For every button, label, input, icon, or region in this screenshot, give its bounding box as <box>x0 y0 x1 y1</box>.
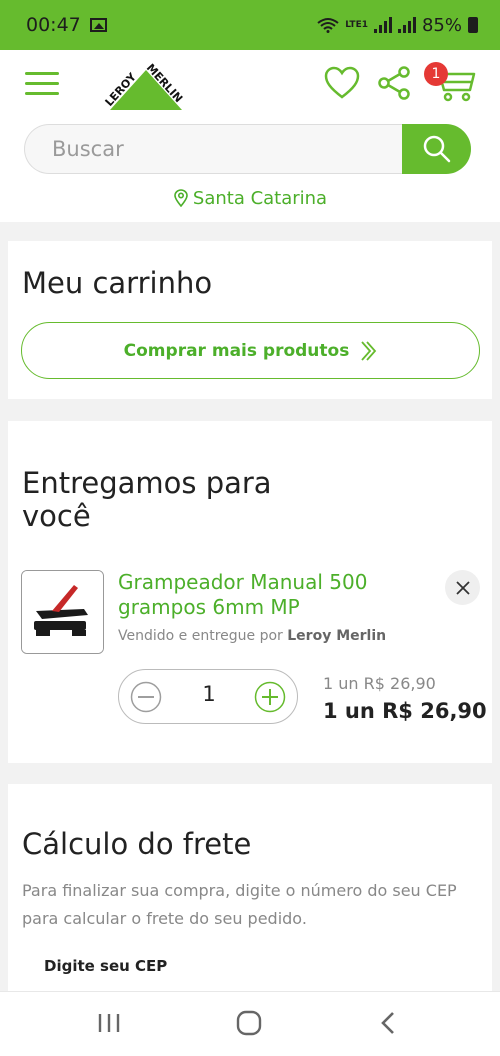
leroy-merlin-logo[interactable]: LEROY MERLIN <box>104 58 188 112</box>
wifi-icon <box>317 18 339 33</box>
minus-circle-icon[interactable] <box>130 681 162 713</box>
delivery-title: Entregamos para você <box>22 466 272 534</box>
product-seller: Vendido e entregue por Leroy Merlin <box>118 628 387 644</box>
lte-label: LTE1 <box>345 19 368 30</box>
unit-price: 1 un R$ 26,90 <box>323 674 436 693</box>
stapler-icon <box>22 571 103 653</box>
app-header: LEROY MERLIN 1 Santa Catarina <box>0 50 500 222</box>
search-button[interactable] <box>402 124 471 174</box>
battery-icon <box>468 17 478 33</box>
search-bar <box>24 124 471 174</box>
shipping-title: Cálculo do frete <box>22 827 252 861</box>
recent-apps-icon[interactable] <box>95 1010 125 1036</box>
buy-more-label: Comprar mais produtos <box>123 340 350 361</box>
system-nav-bar <box>0 991 500 1056</box>
double-chevron-right-icon <box>361 340 377 361</box>
search-input[interactable] <box>24 124 424 174</box>
location-pin-icon <box>174 189 188 208</box>
location-selector[interactable]: Santa Catarina <box>0 188 500 209</box>
shipping-description: Para finalizar sua compra, digite o núme… <box>22 881 457 928</box>
quantity-value[interactable]: 1 <box>169 682 249 706</box>
heart-icon[interactable] <box>324 66 360 100</box>
search-icon <box>423 135 450 163</box>
cep-label: Digite seu CEP <box>44 957 168 975</box>
status-bar: 00:47 LTE1 85% <box>0 0 500 50</box>
status-indicators: LTE1 85% <box>317 15 478 36</box>
clock-time: 00:47 <box>26 14 81 36</box>
signal-icon <box>373 17 392 33</box>
battery-percent: 85% <box>421 14 462 36</box>
image-notification-icon <box>89 18 107 32</box>
product-name-link[interactable]: Grampeador Manual 500 grampos 6mm MP <box>118 570 418 620</box>
quantity-stepper: 1 <box>118 669 298 724</box>
signal-icon-2 <box>397 17 416 33</box>
plus-circle-icon[interactable] <box>254 681 286 713</box>
cart-count-badge: 1 <box>424 62 448 86</box>
back-icon[interactable] <box>374 1010 404 1036</box>
location-label: Santa Catarina <box>192 188 328 209</box>
shipping-card: Cálculo do frete Para finalizar sua comp… <box>8 784 492 1004</box>
delivery-card: Entregamos para você Grampeador Manual 5… <box>8 421 492 763</box>
remove-item-button[interactable] <box>445 570 480 605</box>
buy-more-products-button[interactable]: Comprar mais produtos <box>21 322 480 379</box>
menu-icon[interactable] <box>25 72 59 96</box>
total-price: 1 un R$ 26,90 <box>323 699 487 723</box>
cart-card: Meu carrinho Comprar mais produtos <box>8 241 492 399</box>
share-icon[interactable] <box>377 66 411 100</box>
product-image[interactable] <box>21 570 104 654</box>
close-icon <box>455 580 470 595</box>
home-icon[interactable] <box>234 1010 264 1036</box>
cart-title: Meu carrinho <box>22 266 213 300</box>
